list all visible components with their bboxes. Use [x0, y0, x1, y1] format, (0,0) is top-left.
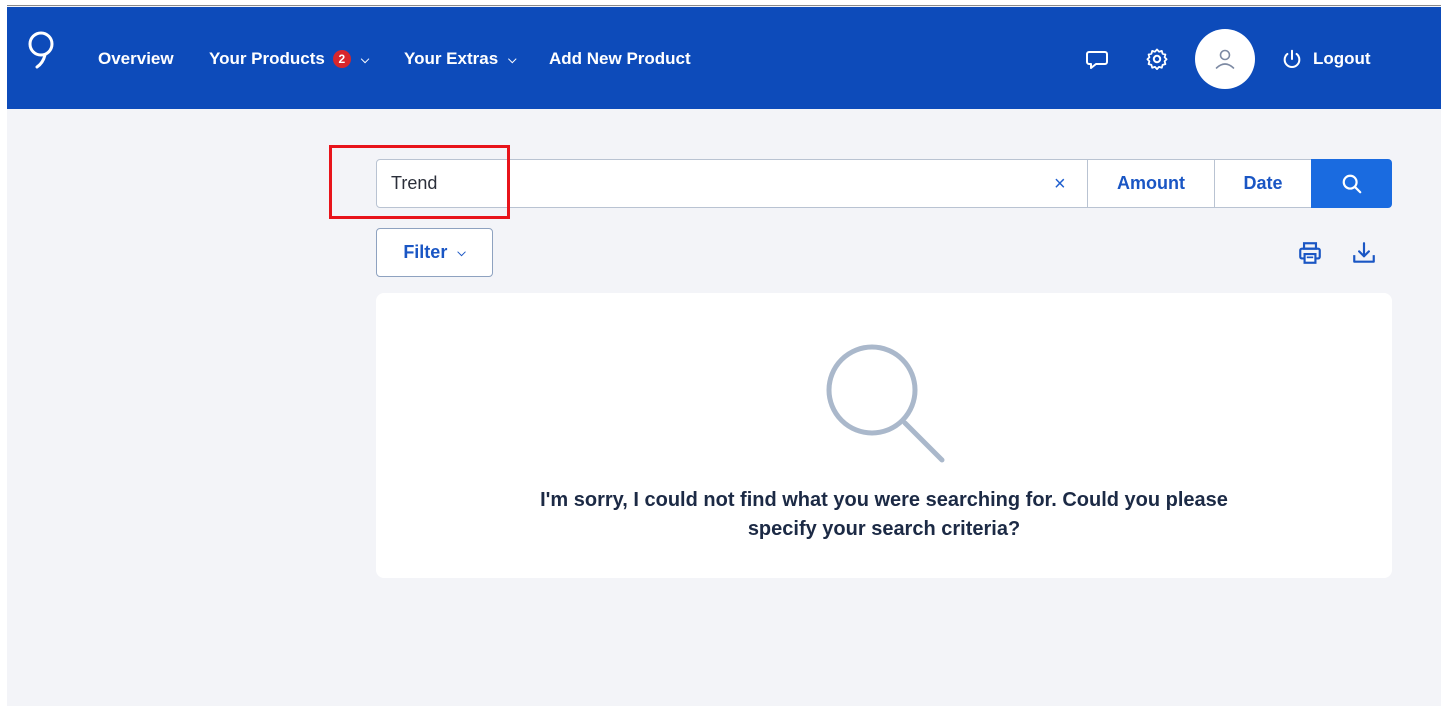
printer-icon[interactable] [1297, 240, 1323, 266]
empty-results-line-1: I'm sorry, I could not find what you wer… [540, 489, 1228, 511]
search-icon [1342, 174, 1361, 193]
download-icon[interactable] [1351, 240, 1377, 266]
close-icon[interactable]: × [1054, 173, 1066, 196]
products-count-badge: 2 [332, 50, 351, 68]
nav-overview-label: Overview [98, 49, 174, 68]
nav-overview[interactable]: Overview [98, 49, 174, 69]
user-icon [1215, 49, 1235, 69]
filter-button[interactable]: Filter ⌵ [376, 228, 493, 277]
logout-label: Logout [1313, 49, 1371, 68]
chevron-down-icon: ⌵ [508, 53, 517, 66]
nav-add-new-product-label: Add New Product [549, 49, 691, 68]
empty-results-message: I'm sorry, I could not find what you wer… [376, 486, 1392, 544]
nav-your-extras[interactable]: Your Extras ⌵ [404, 49, 517, 69]
sort-date-label: Date [1243, 173, 1283, 193]
logout-button[interactable]: Logout [1281, 48, 1371, 70]
chat-icon[interactable] [1085, 47, 1109, 71]
power-icon [1283, 49, 1301, 68]
logo-icon[interactable] [25, 30, 57, 70]
chevron-down-icon: ⌵ [360, 53, 370, 66]
nav-your-products[interactable]: Your Products 2 ⌵ [209, 49, 369, 69]
search-field: × [376, 159, 1088, 208]
gear-icon[interactable] [1145, 47, 1169, 71]
search-button[interactable] [1311, 159, 1392, 208]
empty-search-icon [826, 344, 945, 463]
filter-label: Filter [403, 242, 448, 262]
empty-results-line-2: specify your search criteria? [747, 518, 1021, 540]
search-input[interactable] [377, 160, 1037, 207]
nav-your-extras-label: Your Extras [404, 49, 499, 68]
sort-date-button[interactable]: Date [1214, 159, 1312, 208]
sort-amount-label: Amount [1117, 173, 1185, 193]
sort-amount-button[interactable]: Amount [1087, 159, 1215, 208]
top-navbar: Overview Your Products 2 ⌵ Your Extras ⌵… [7, 7, 1441, 109]
nav-add-new-product[interactable]: Add New Product [549, 49, 691, 69]
chevron-down-icon: ⌵ [457, 247, 466, 259]
avatar[interactable] [1195, 29, 1255, 89]
nav-your-products-label: Your Products [209, 49, 325, 68]
results-card: I'm sorry, I could not find what you wer… [376, 293, 1392, 578]
